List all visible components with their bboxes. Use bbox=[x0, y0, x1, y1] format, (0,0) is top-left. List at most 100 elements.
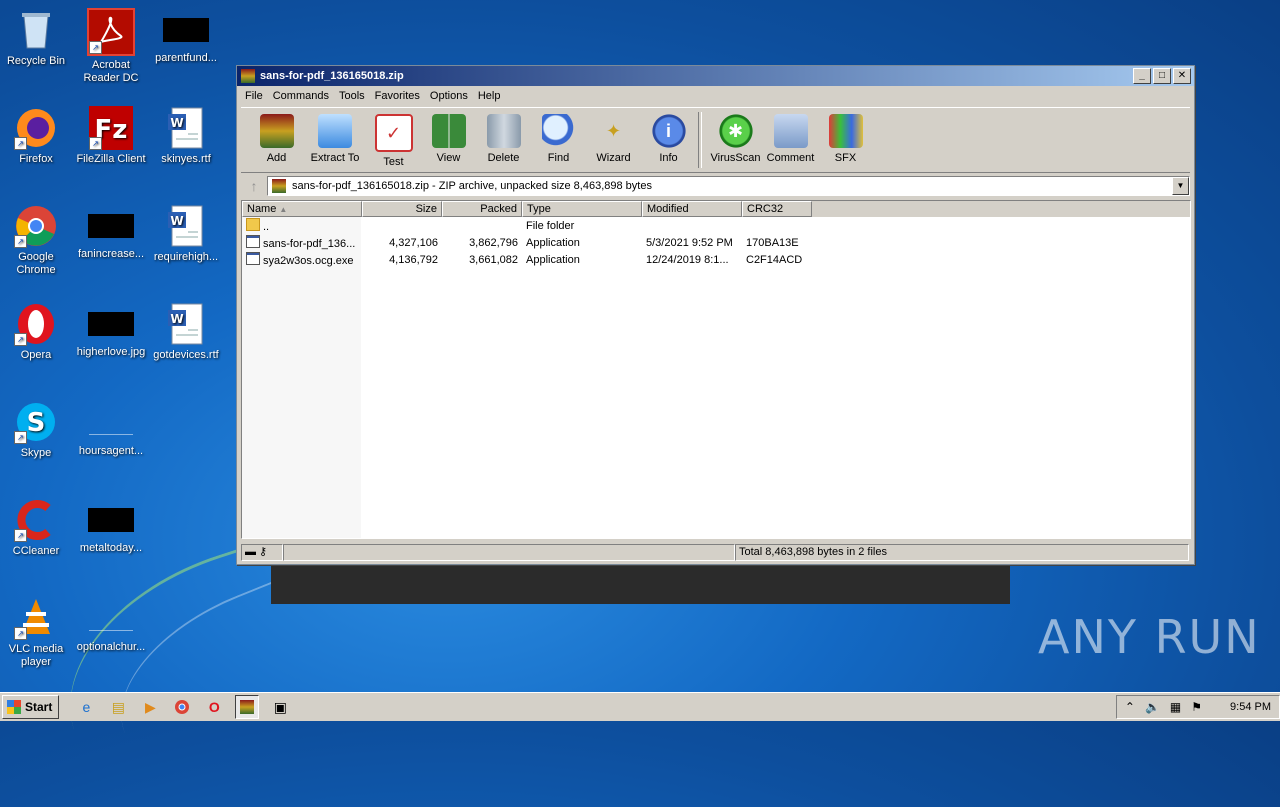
comment-icon bbox=[773, 114, 808, 148]
find-magnifier-icon bbox=[541, 114, 576, 148]
column-header-type[interactable]: Type bbox=[522, 201, 642, 217]
toolbar: Add Extract To ✓ Test View Delete Find ✦… bbox=[241, 107, 1190, 173]
thumbnail-icon bbox=[89, 410, 133, 435]
column-header-modified[interactable]: Modified bbox=[642, 201, 742, 217]
maximize-button[interactable]: □ bbox=[1153, 68, 1171, 84]
title-bar[interactable]: sans-for-pdf_136165018.zip _ □ ✕ bbox=[237, 66, 1194, 86]
archive-icon bbox=[272, 179, 286, 193]
view-book-icon bbox=[431, 114, 466, 148]
column-header-name[interactable]: Name ▲ bbox=[242, 201, 362, 217]
desktop-icon-requirehigh[interactable]: W requirehigh... bbox=[148, 204, 224, 264]
close-button[interactable]: ✕ bbox=[1173, 68, 1191, 84]
application-icon bbox=[246, 235, 260, 248]
desktop-icon-gotdevices[interactable]: W gotdevices.rtf bbox=[148, 302, 224, 362]
chevron-down-icon[interactable]: ▼ bbox=[1172, 177, 1189, 195]
path-combobox[interactable]: sans-for-pdf_136165018.zip - ZIP archive… bbox=[267, 176, 1190, 196]
desktop-icon-google-chrome[interactable]: ↗ Google Chrome bbox=[0, 204, 74, 277]
add-button[interactable]: Add bbox=[249, 108, 304, 164]
media-player-icon[interactable]: ▶ bbox=[139, 696, 161, 718]
desktop-icon-filezilla[interactable]: Fz ↗ FileZilla Client bbox=[73, 106, 149, 166]
desktop-icon-vlc[interactable]: ↗ VLC media player bbox=[0, 596, 74, 669]
add-archive-icon bbox=[259, 114, 294, 148]
table-row[interactable]: .. File folder bbox=[242, 218, 812, 235]
flag-icon[interactable]: ⚑ bbox=[1191, 700, 1202, 714]
opera-icon: ↗ bbox=[14, 302, 58, 346]
info-icon: i bbox=[651, 114, 686, 148]
system-tray: ⌃ 🔈 ▦ ⚑ 9:54 PM bbox=[1115, 695, 1280, 719]
menu-commands[interactable]: Commands bbox=[268, 90, 334, 102]
windows-logo-icon bbox=[7, 700, 21, 714]
file-list[interactable]: Name ▲ Size Packed Type Modified CRC32 .… bbox=[241, 200, 1191, 539]
desktop-icon-optionalchur[interactable]: optionalchur... bbox=[73, 596, 149, 654]
watermark-logo: ANY RUN bbox=[1038, 610, 1261, 664]
acrobat-icon: ↗ bbox=[87, 8, 135, 56]
desktop-icon-hoursagent[interactable]: hoursagent... bbox=[73, 400, 149, 458]
column-header-crc32[interactable]: CRC32 bbox=[742, 201, 812, 217]
virusscan-button[interactable]: ✱ VirusScan bbox=[708, 108, 763, 164]
menu-help[interactable]: Help bbox=[473, 90, 506, 102]
desktop-icon-firefox[interactable]: ↗ Firefox bbox=[0, 106, 74, 166]
column-header-size[interactable]: Size bbox=[362, 201, 442, 217]
menu-file[interactable]: File bbox=[240, 90, 268, 102]
desktop-icon-ccleaner[interactable]: ↗ CCleaner bbox=[0, 498, 74, 558]
network-icon[interactable]: ▦ bbox=[1170, 700, 1181, 714]
virusscan-bug-icon: ✱ bbox=[718, 114, 753, 148]
view-button[interactable]: View bbox=[421, 108, 476, 164]
column-header-packed[interactable]: Packed bbox=[442, 201, 522, 217]
filezilla-icon: Fz ↗ bbox=[89, 106, 133, 150]
application-icon bbox=[246, 252, 260, 265]
window-taskbar-icon[interactable]: ▣ bbox=[269, 696, 291, 718]
delete-button[interactable]: Delete bbox=[476, 108, 531, 164]
test-button[interactable]: ✓ Test bbox=[366, 108, 421, 168]
desktop-icon-recycle-bin[interactable]: Recycle Bin bbox=[0, 8, 74, 68]
start-button[interactable]: Start bbox=[2, 695, 60, 719]
menu-favorites[interactable]: Favorites bbox=[370, 90, 425, 102]
table-row[interactable]: sans-for-pdf_136... 4,327,106 3,862,796 … bbox=[242, 235, 812, 252]
comment-button[interactable]: Comment bbox=[763, 108, 818, 164]
svg-text:W: W bbox=[170, 116, 183, 130]
word-document-icon: W bbox=[164, 302, 208, 346]
folder-icon bbox=[246, 218, 260, 231]
desktop-icon-skinyes[interactable]: W skinyes.rtf bbox=[148, 106, 224, 166]
desktop-icon-higherlove[interactable]: higherlove.jpg bbox=[73, 302, 149, 359]
up-arrow-icon[interactable]: ↑ bbox=[241, 176, 267, 196]
status-total: Total 8,463,898 bytes in 2 files bbox=[735, 544, 1189, 561]
desktop-icon-skype[interactable]: S ↗ Skype bbox=[0, 400, 74, 460]
winrar-taskbar-icon[interactable] bbox=[235, 695, 260, 719]
extract-to-button[interactable]: Extract To bbox=[304, 108, 366, 164]
menu-tools[interactable]: Tools bbox=[334, 90, 370, 102]
wizard-button[interactable]: ✦ Wizard bbox=[586, 108, 641, 164]
skype-icon: S ↗ bbox=[14, 400, 58, 444]
table-row[interactable]: sya2w3os.ocg.exe 4,136,792 3,661,082 App… bbox=[242, 252, 812, 269]
opera-taskbar-icon[interactable]: O bbox=[203, 696, 225, 718]
drive-icon[interactable]: ▬ ⚷ bbox=[241, 544, 283, 561]
find-button[interactable]: Find bbox=[531, 108, 586, 164]
desktop-icon-opera[interactable]: ↗ Opera bbox=[0, 302, 74, 362]
background-window-fragment bbox=[271, 564, 1010, 604]
chevron-up-icon[interactable]: ⌃ bbox=[1125, 700, 1135, 714]
list-header: Name ▲ Size Packed Type Modified CRC32 bbox=[242, 201, 1190, 217]
path-text: sans-for-pdf_136165018.zip - ZIP archive… bbox=[292, 180, 652, 192]
info-button[interactable]: i Info bbox=[641, 108, 696, 164]
winrar-icon bbox=[241, 69, 255, 83]
chrome-taskbar-icon[interactable] bbox=[171, 696, 193, 718]
window-title: sans-for-pdf_136165018.zip bbox=[260, 70, 404, 82]
sfx-books-icon bbox=[828, 114, 863, 148]
thumbnail-icon bbox=[88, 214, 134, 238]
status-left bbox=[283, 544, 735, 561]
toolbar-separator bbox=[698, 112, 702, 168]
file-explorer-icon[interactable]: ▤ bbox=[107, 696, 129, 718]
desktop-icon-parentfund[interactable]: parentfund... bbox=[148, 8, 224, 65]
desktop-icon-fanincrease[interactable]: fanincrease... bbox=[73, 204, 149, 261]
sfx-button[interactable]: SFX bbox=[818, 108, 873, 164]
volume-icon[interactable]: 🔈 bbox=[1145, 700, 1160, 714]
path-row: ↑ sans-for-pdf_136165018.zip - ZIP archi… bbox=[241, 175, 1190, 197]
desktop-icon-metaltoday[interactable]: metaltoday... bbox=[73, 498, 149, 555]
winrar-window[interactable]: sans-for-pdf_136165018.zip _ □ ✕ File Co… bbox=[236, 65, 1195, 565]
thumbnail-icon bbox=[163, 18, 209, 42]
desktop-icon-acrobat[interactable]: ↗ Acrobat Reader DC bbox=[73, 8, 149, 85]
minimize-button[interactable]: _ bbox=[1133, 68, 1151, 84]
menu-options[interactable]: Options bbox=[425, 90, 473, 102]
internet-explorer-icon[interactable]: e bbox=[75, 696, 97, 718]
clock[interactable]: 9:54 PM bbox=[1230, 701, 1271, 713]
